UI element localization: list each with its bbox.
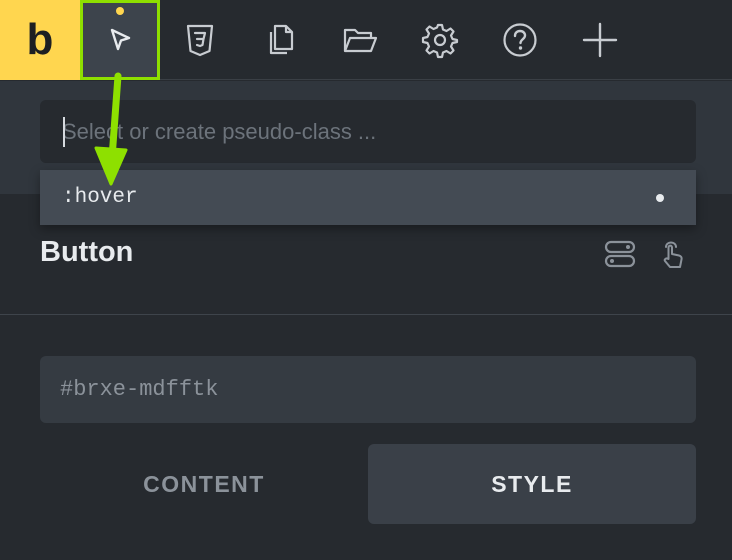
tab-style[interactable]: STYLE xyxy=(368,444,696,524)
templates-button[interactable] xyxy=(320,0,400,80)
top-toolbar: b xyxy=(0,0,732,80)
pages-button[interactable] xyxy=(240,0,320,80)
divider xyxy=(0,314,732,315)
pseudo-option-label: :hover xyxy=(62,186,138,209)
active-indicator-dot xyxy=(116,7,124,15)
tab-content[interactable]: CONTENT xyxy=(40,444,368,524)
gear-icon xyxy=(421,23,459,59)
element-title: Button xyxy=(40,236,134,268)
css-button[interactable] xyxy=(160,0,240,80)
toggle-states-icon xyxy=(604,240,636,268)
pseudo-option-hover[interactable]: :hover xyxy=(40,170,696,225)
settings-button[interactable] xyxy=(400,0,480,80)
interactions-button[interactable] xyxy=(654,236,690,272)
help-icon xyxy=(503,23,537,57)
cursor-icon xyxy=(110,28,131,51)
select-element-button[interactable] xyxy=(80,0,160,80)
element-id-field[interactable]: #brxe-mdfftk xyxy=(40,356,696,423)
option-indicator-dot xyxy=(656,194,664,202)
plus-icon xyxy=(582,22,618,58)
tap-hand-icon xyxy=(663,241,683,268)
folder-icon xyxy=(343,28,378,53)
logo[interactable]: b xyxy=(0,0,80,80)
help-button[interactable] xyxy=(480,0,560,80)
pages-icon xyxy=(269,24,294,55)
css3-icon xyxy=(186,24,214,57)
states-toggle-button[interactable] xyxy=(602,236,638,272)
text-caret xyxy=(63,117,65,147)
add-element-button[interactable] xyxy=(560,0,640,80)
pseudo-class-input[interactable] xyxy=(40,100,696,163)
